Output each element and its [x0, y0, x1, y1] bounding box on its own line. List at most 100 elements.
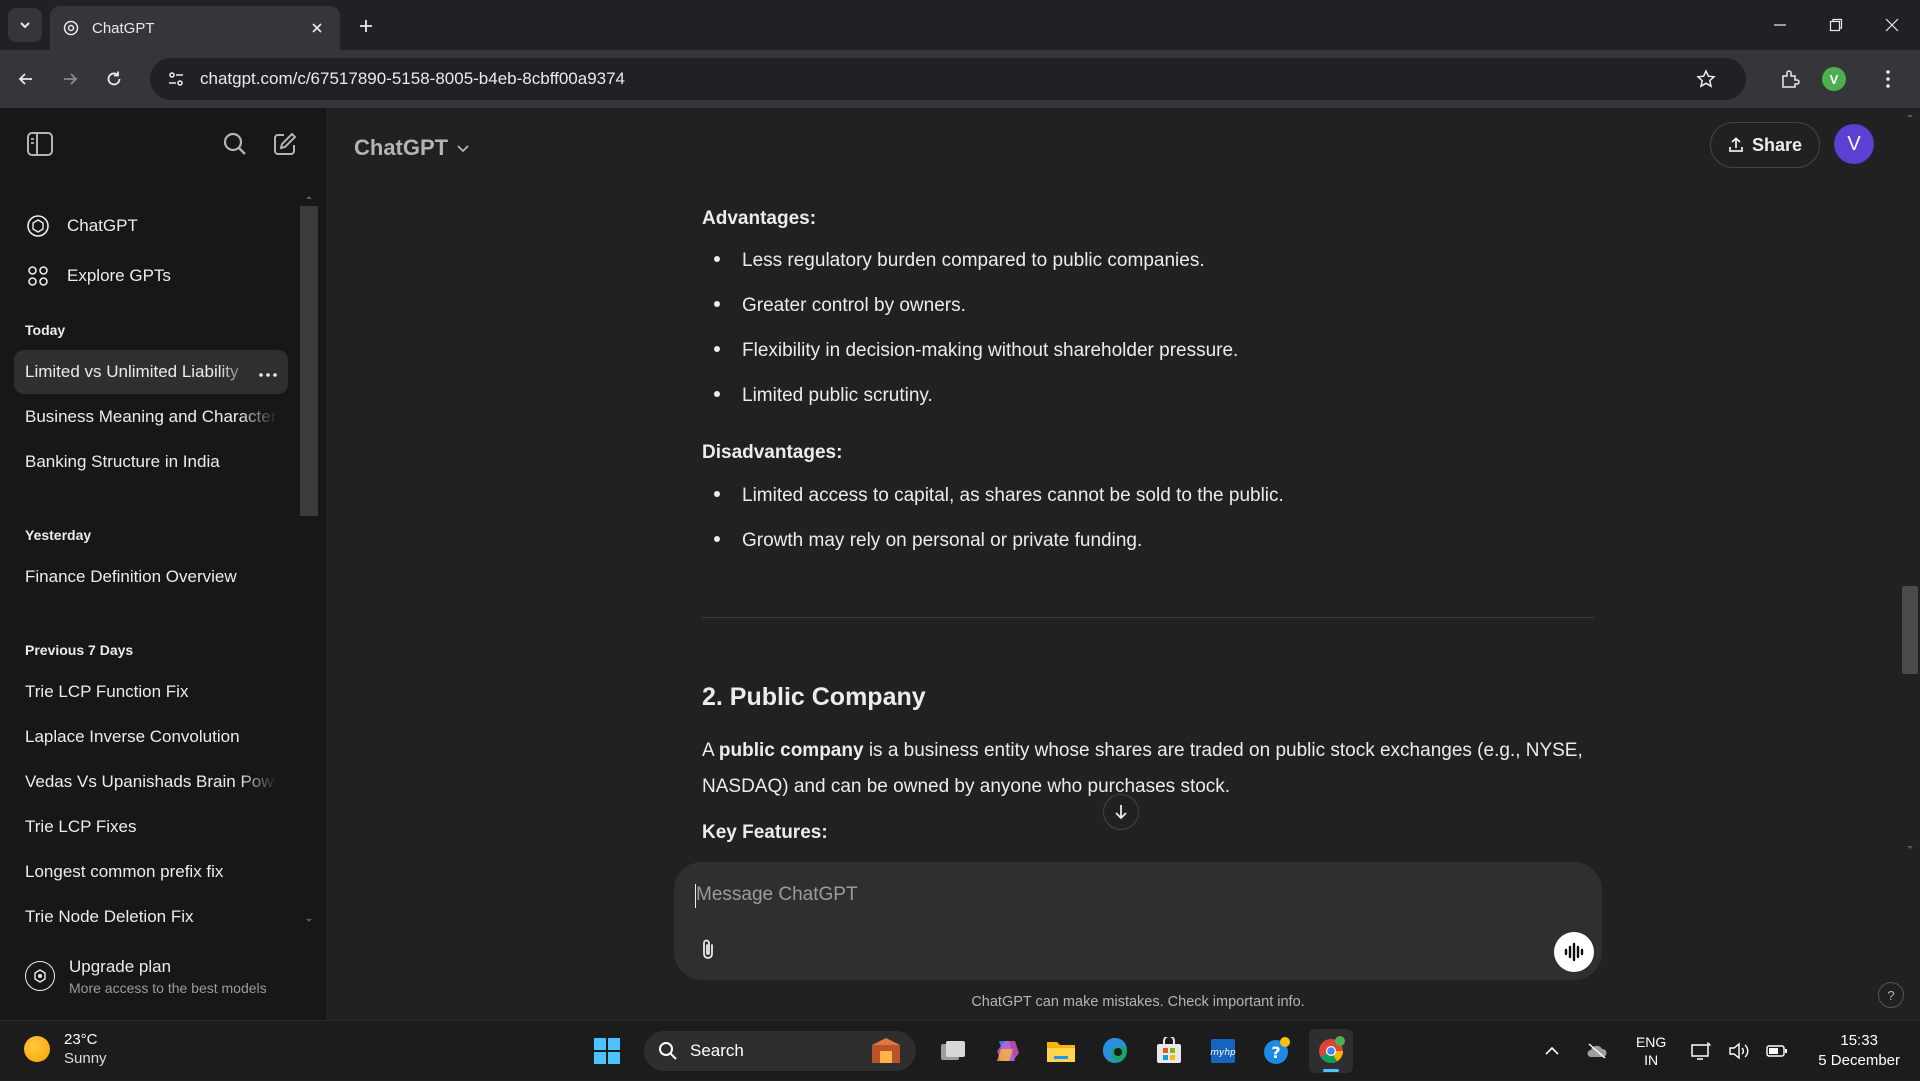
- show-hidden-icons-icon[interactable]: [1544, 1046, 1560, 1056]
- arrow-left-icon: [18, 73, 32, 85]
- chevron-down-icon: [20, 22, 30, 29]
- forward-button[interactable]: [52, 61, 88, 97]
- help-app-icon[interactable]: ?: [1255, 1029, 1299, 1073]
- share-icon: [1729, 137, 1743, 152]
- windows-logo-icon: [594, 1038, 620, 1064]
- window-controls: [1752, 0, 1920, 50]
- chat-item-label: Banking Structure in India: [25, 452, 220, 471]
- chat-item[interactable]: Limited vs Unlimited Liability: [14, 350, 288, 394]
- svg-text:myhp: myhp: [1210, 1048, 1236, 1058]
- edge-icon[interactable]: [1093, 1029, 1137, 1073]
- more-options-icon[interactable]: [259, 362, 277, 382]
- taskbar-search[interactable]: Search: [644, 1031, 916, 1071]
- list-item: Limited access to capital, as shares can…: [714, 485, 1284, 507]
- voice-mode-button[interactable]: [1554, 932, 1594, 972]
- upgrade-title: Upgrade plan: [69, 956, 172, 976]
- tab-title: ChatGPT: [92, 19, 155, 37]
- share-button[interactable]: Share: [1710, 122, 1820, 168]
- browser-menu-icon[interactable]: [1866, 57, 1910, 101]
- chat-item[interactable]: Laplace Inverse Convolution: [14, 715, 288, 759]
- bookmark-star-icon[interactable]: [1696, 69, 1716, 89]
- main-chat-area: ChatGPT Share V Advantages: Less regulat…: [326, 108, 1920, 1020]
- network-icon[interactable]: [1690, 1042, 1712, 1060]
- battery-icon[interactable]: [1766, 1044, 1788, 1058]
- list-item-text: Flexibility in decision-making without s…: [742, 340, 1239, 361]
- site-info-icon[interactable]: [166, 69, 186, 89]
- browser-profile-avatar[interactable]: V: [1822, 67, 1846, 91]
- chat-item[interactable]: Vedas Vs Upanishads Brain Power: [14, 760, 288, 804]
- list-item-text: Limited public scrutiny.: [742, 385, 933, 406]
- extensions-icon[interactable]: [1768, 57, 1812, 101]
- reload-button[interactable]: [96, 61, 132, 97]
- svg-text:?: ?: [1271, 1043, 1280, 1062]
- task-view-icon[interactable]: [931, 1029, 975, 1073]
- message-composer[interactable]: Message ChatGPT: [674, 862, 1602, 980]
- list-item: Limited public scrutiny.: [714, 385, 933, 407]
- close-window-button[interactable]: [1864, 0, 1920, 50]
- chat-item[interactable]: Longest common prefix fix: [14, 850, 288, 894]
- paragraph-text: A: [702, 740, 719, 761]
- myhp-icon[interactable]: myhp: [1201, 1029, 1245, 1073]
- close-tab-icon[interactable]: [306, 17, 328, 39]
- chevron-down-icon: [457, 145, 469, 153]
- language-indicator[interactable]: ENG IN: [1636, 1033, 1666, 1069]
- tab-search-button[interactable]: [8, 8, 42, 42]
- microsoft-store-icon[interactable]: [1147, 1029, 1191, 1073]
- list-item-text: Limited access to capital, as shares can…: [742, 485, 1284, 506]
- sidebar-scrollbar-thumb[interactable]: [300, 206, 318, 516]
- search-chats-icon[interactable]: [215, 124, 255, 164]
- chat-item-label: Trie LCP Fixes: [25, 817, 137, 836]
- start-button[interactable]: [585, 1029, 629, 1073]
- sidebar-item-chatgpt[interactable]: ChatGPT: [14, 204, 288, 248]
- list-item-text: Greater control by owners.: [742, 295, 966, 316]
- chat-item[interactable]: Business Meaning and Characteristics: [14, 395, 288, 439]
- sidebar-scrollbar[interactable]: [300, 196, 318, 928]
- model-selector[interactable]: ChatGPT: [354, 128, 470, 168]
- help-button[interactable]: ?: [1878, 982, 1904, 1008]
- chat-item[interactable]: Trie Node Deletion Fix: [14, 895, 288, 939]
- share-label: Share: [1751, 134, 1803, 155]
- section-title: 2. Public Company: [702, 683, 926, 711]
- chat-item[interactable]: Banking Structure in India: [14, 440, 288, 484]
- message-input[interactable]: Message ChatGPT: [696, 884, 858, 906]
- copilot-icon[interactable]: [985, 1029, 1029, 1073]
- browser-tab[interactable]: ChatGPT: [50, 6, 340, 50]
- list-item: Flexibility in decision-making without s…: [714, 340, 1238, 362]
- chrome-icon[interactable]: [1309, 1029, 1353, 1073]
- main-scrollbar-thumb[interactable]: [1902, 586, 1918, 674]
- chat-item[interactable]: Trie LCP Fixes: [14, 805, 288, 849]
- temperature: 23°C: [64, 1031, 98, 1048]
- attach-icon[interactable]: [690, 932, 726, 968]
- upgrade-plan-button[interactable]: Upgrade plan More access to the best mod…: [14, 946, 314, 1006]
- list-item-text: Growth may rely on personal or private f…: [742, 530, 1143, 551]
- scroll-to-bottom-button[interactable]: [1103, 794, 1139, 830]
- list-item: Growth may rely on personal or private f…: [714, 530, 1142, 552]
- new-chat-icon[interactable]: [265, 124, 305, 164]
- active-app-indicator: [1323, 1069, 1339, 1072]
- region-code: IN: [1644, 1052, 1659, 1068]
- new-tab-button[interactable]: [352, 12, 380, 40]
- volume-icon[interactable]: [1728, 1042, 1750, 1060]
- weather-widget[interactable]: 23°C Sunny: [24, 1031, 107, 1067]
- restore-button[interactable]: [1808, 0, 1864, 50]
- toggle-sidebar-icon[interactable]: [20, 124, 60, 164]
- url-text[interactable]: chatgpt.com/c/67517890-5158-8005-b4eb-8c…: [200, 69, 1696, 89]
- chat-item-label: Business Meaning and Characteristics: [25, 407, 277, 426]
- chat-item[interactable]: Trie LCP Function Fix: [14, 670, 288, 714]
- group-heading-previous-7-days: Previous 7 Days: [25, 642, 134, 658]
- chat-item[interactable]: Finance Definition Overview: [14, 555, 288, 599]
- sidebar-item-explore-gpts[interactable]: Explore GPTs: [14, 254, 288, 298]
- minimize-button[interactable]: [1752, 0, 1808, 50]
- chat-item-label: Trie LCP Function Fix: [25, 682, 189, 701]
- back-button[interactable]: [8, 61, 44, 97]
- user-avatar[interactable]: V: [1834, 124, 1874, 164]
- onedrive-offline-icon[interactable]: [1586, 1043, 1608, 1059]
- chat-item-label: Longest common prefix fix: [25, 862, 224, 881]
- file-explorer-icon[interactable]: [1039, 1029, 1083, 1073]
- arrow-down-icon: [1115, 805, 1127, 820]
- main-scrollbar[interactable]: [1900, 108, 1920, 849]
- clock[interactable]: 15:33 5 December: [1818, 1031, 1900, 1071]
- chatgpt-favicon-icon: [62, 19, 80, 37]
- arrow-right-icon: [64, 73, 78, 85]
- address-bar[interactable]: chatgpt.com/c/67517890-5158-8005-b4eb-8c…: [150, 58, 1746, 100]
